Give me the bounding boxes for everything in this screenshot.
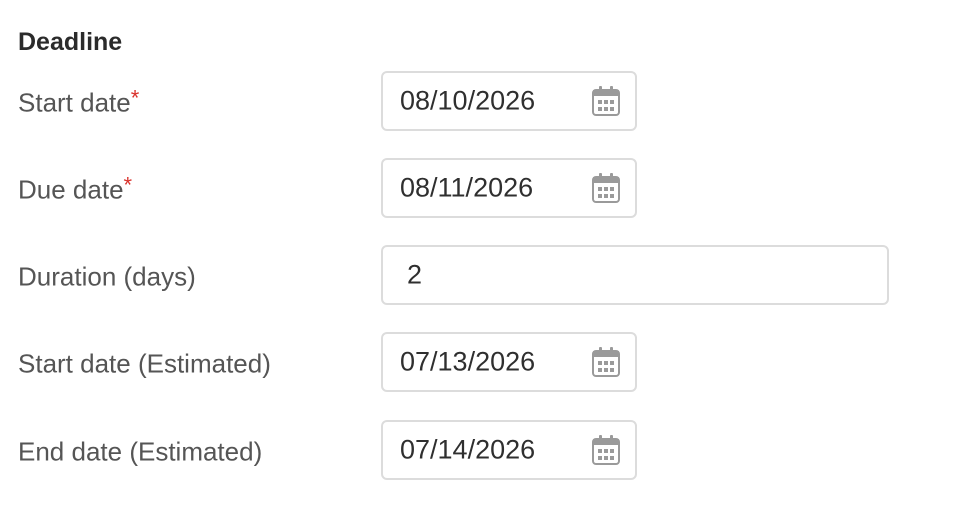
duration-label: Duration (days): [18, 261, 196, 292]
due-date-value: 08/11/2026: [400, 172, 534, 203]
end-date-estimated-label: End date (Estimated): [18, 436, 263, 467]
duration-value: 2: [407, 259, 423, 290]
start-date-estimated-value: 07/13/2026: [400, 346, 536, 377]
start-date-estimated-label: Start date (Estimated): [18, 348, 271, 379]
due-date-label: Due date*: [18, 172, 133, 206]
start-date-label: Start date*: [18, 85, 140, 119]
due-date-label-text: Due date: [18, 174, 124, 205]
due-date-row: Due date* 08/11/2026: [0, 158, 956, 222]
end-date-estimated-value: 07/14/2026: [400, 434, 536, 465]
duration-input[interactable]: 2: [381, 245, 889, 305]
calendar-icon[interactable]: [591, 172, 621, 204]
due-date-field[interactable]: 08/11/2026: [381, 158, 637, 218]
required-marker: *: [123, 172, 133, 198]
end-date-estimated-field[interactable]: 07/14/2026: [381, 420, 637, 480]
duration-row: Duration (days) 2: [0, 245, 956, 309]
start-date-row: Start date* 08/10/2026: [0, 71, 956, 135]
required-marker: *: [130, 85, 140, 111]
calendar-icon[interactable]: [591, 346, 621, 378]
start-date-value: 08/10/2026: [400, 85, 536, 116]
start-date-estimated-field[interactable]: 07/13/2026: [381, 332, 637, 392]
start-date-estimated-row: Start date (Estimated) 07/13/2026: [0, 332, 956, 396]
calendar-icon[interactable]: [591, 85, 621, 117]
end-date-estimated-row: End date (Estimated) 07/14/2026: [0, 420, 956, 484]
section-title: Deadline: [18, 28, 123, 56]
start-date-label-text: Start date: [18, 87, 131, 118]
start-date-field[interactable]: 08/10/2026: [381, 71, 637, 131]
calendar-icon[interactable]: [591, 434, 621, 466]
